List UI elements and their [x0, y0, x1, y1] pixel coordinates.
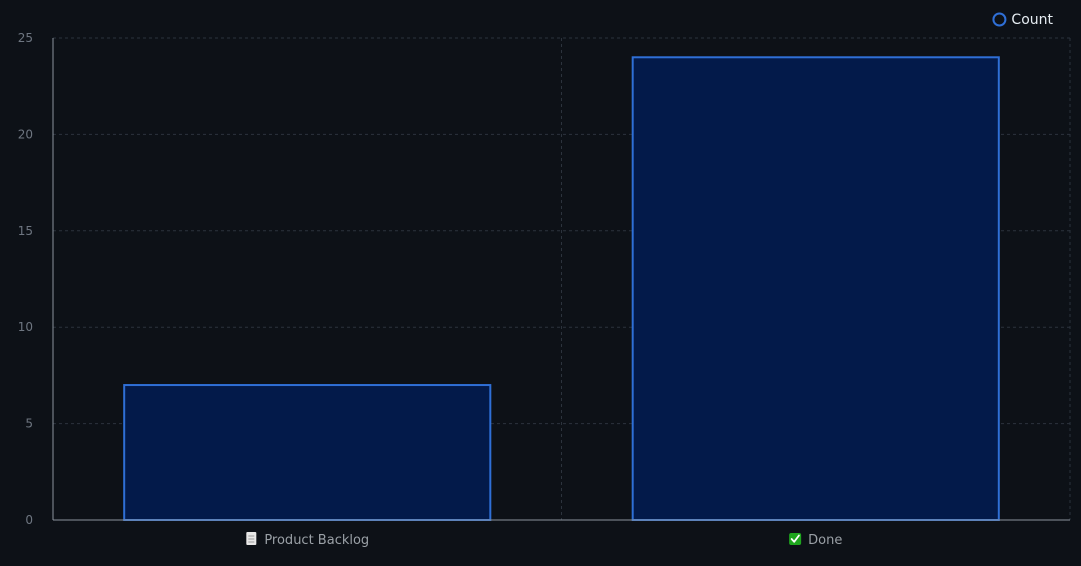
bar-done[interactable] [631, 56, 1000, 521]
checkbox-checked-icon [789, 533, 802, 545]
bars [123, 56, 1000, 522]
y-tick-label: 25 [18, 31, 33, 45]
y-tick-label: 20 [18, 127, 33, 141]
legend-item-count[interactable]: Count [992, 12, 1054, 28]
page-icon [246, 532, 257, 545]
x-category-labels: Product Backlog Done [246, 532, 842, 548]
y-tick-label: 5 [25, 417, 33, 431]
y-tick-label: 10 [18, 320, 33, 334]
legend-label: Count [1011, 12, 1053, 28]
bar-product-backlog[interactable] [123, 384, 492, 522]
chart-container: 0 5 10 15 20 25 Product Backlog Done Count [0, 0, 1081, 562]
x-category-label-group: Done [789, 533, 842, 548]
x-category-label-group: Product Backlog [246, 532, 369, 548]
legend[interactable]: Count [992, 12, 1054, 28]
y-tick-label: 15 [18, 224, 33, 238]
bar-chart: 0 5 10 15 20 25 Product Backlog Done Count [18, 12, 1071, 548]
y-tick-labels: 0 5 10 15 20 25 [18, 31, 33, 527]
y-tick-label: 0 [25, 513, 33, 527]
x-category-label: Done [808, 533, 842, 548]
x-category-label: Product Backlog [264, 533, 369, 548]
legend-marker-icon [992, 12, 1007, 27]
